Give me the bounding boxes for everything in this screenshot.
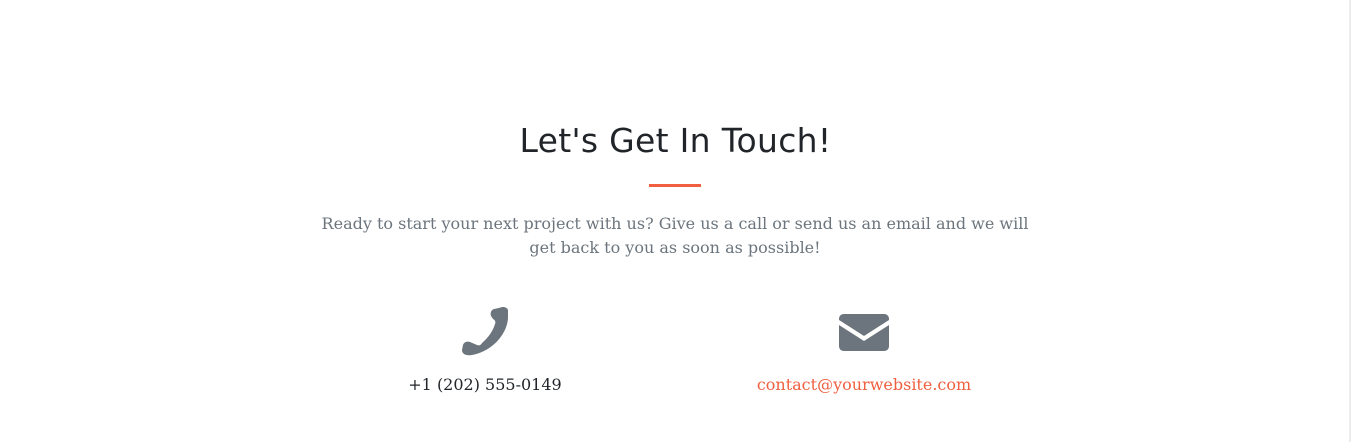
envelope-icon: [839, 314, 889, 351]
phone-number: +1 (202) 555-0149: [408, 375, 562, 394]
phone-contact: +1 (202) 555-0149: [335, 304, 635, 396]
email-link[interactable]: contact@yourwebsite.com: [714, 374, 1014, 396]
section-title: Let's Get In Touch!: [519, 121, 832, 160]
accent-divider: [649, 184, 701, 187]
section-lead-text: Ready to start your next project with us…: [321, 214, 1029, 257]
phone-icon: [462, 306, 508, 356]
contact-section: Let's Get In Touch! Ready to start your …: [0, 0, 1351, 442]
email-contact: contact@yourwebsite.com: [714, 304, 1014, 396]
